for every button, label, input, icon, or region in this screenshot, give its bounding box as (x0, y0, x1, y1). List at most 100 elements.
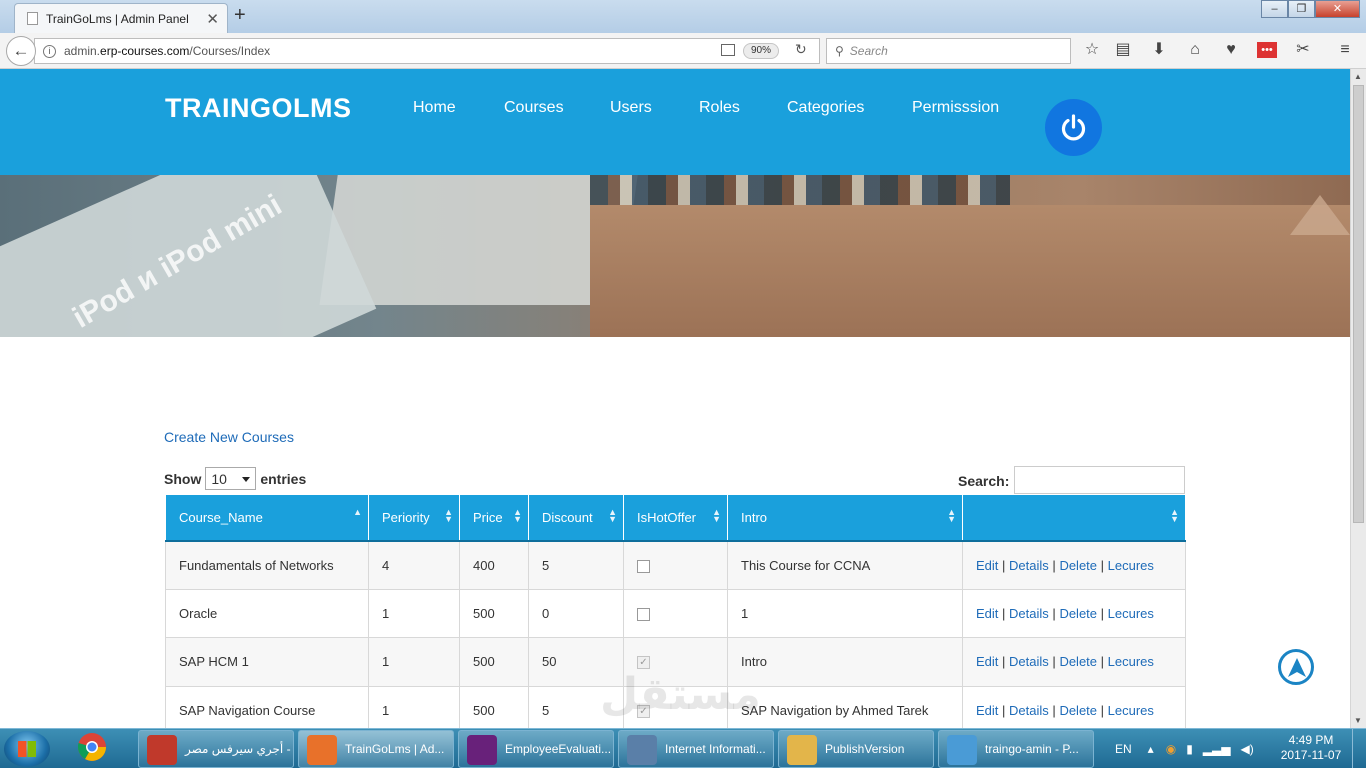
taskbar-item[interactable]: Internet Informati... (618, 730, 774, 768)
col-actions[interactable]: ▲ ▼ (962, 494, 1186, 542)
reader-view-icon[interactable] (721, 44, 735, 56)
nav-roles[interactable]: Roles (699, 99, 740, 117)
minimize-icon[interactable]: – (1261, 0, 1288, 18)
search-placeholder: Search (849, 44, 888, 58)
scroll-to-top-button[interactable] (1278, 649, 1314, 685)
nav-users[interactable]: Users (610, 99, 652, 117)
battery-icon[interactable]: ▮ (1186, 742, 1193, 756)
action-details-link[interactable]: Details (1009, 703, 1049, 718)
bookmark-star-icon[interactable]: ☆ (1082, 40, 1102, 60)
separator: | (1100, 702, 1105, 718)
avast-icon[interactable]: ◉ (1166, 742, 1176, 756)
cell-course-name-text: Fundamentals of Networks (179, 557, 334, 573)
volume-icon[interactable]: ◀) (1240, 742, 1253, 756)
action-lecures-link[interactable]: Lecures (1108, 558, 1154, 573)
entries-select-value: 10 (211, 470, 227, 487)
network-icon[interactable]: ▂▃▅ (1203, 742, 1231, 756)
entries-length-control: Show 10 entries (164, 467, 306, 490)
close-icon[interactable]: ✕ (206, 10, 219, 28)
start-button[interactable] (4, 731, 50, 767)
system-tray: EN ▴ ◉ ▮ ▂▃▅ ◀) (1115, 729, 1254, 768)
taskbar-item[interactable]: TrainGoLms | Ad... (298, 730, 454, 768)
separator: | (1002, 702, 1006, 718)
cell-actions: Edit | Details | Delete | Lecures (962, 637, 1186, 687)
hot-offer-checkbox[interactable] (637, 607, 650, 621)
browser-search-field[interactable]: ⚲ Search (826, 38, 1071, 64)
col-periority[interactable]: Periority ▲ ▼ (368, 494, 460, 542)
action-edit-link[interactable]: Edit (976, 558, 998, 573)
browser-navbar: i admin.erp-courses.com/Courses/Index 90… (0, 33, 1366, 69)
reload-icon[interactable]: ↻ (795, 41, 807, 58)
entries-select[interactable]: 10 (205, 467, 257, 490)
show-desktop-button[interactable] (1352, 729, 1366, 768)
clock[interactable]: 4:49 PM 2017-11-07 (1276, 733, 1346, 763)
cell-intro-text: This Course for CCNA (741, 557, 871, 573)
table-row: Fundamentals of Networks 4 400 5 This Course… (165, 540, 1186, 590)
table-search-input[interactable] (1014, 466, 1185, 494)
col-discount[interactable]: Discount ▲ ▼ (528, 494, 624, 542)
col-ishotoffer[interactable]: IsHotOffer ▲ ▼ (623, 494, 728, 542)
nav-courses[interactable]: Courses (504, 99, 564, 117)
url-bar[interactable]: i admin.erp-courses.com/Courses/Index 90… (34, 38, 820, 64)
app-icon (307, 735, 337, 765)
action-edit-link[interactable]: Edit (976, 606, 998, 621)
col-course-name[interactable]: Course_Name ▲ (165, 494, 369, 542)
addon-icon[interactable]: ••• (1257, 42, 1277, 58)
back-button[interactable]: ← (6, 36, 36, 66)
col-intro[interactable]: Intro ▲ ▼ (727, 494, 963, 542)
action-details-link[interactable]: Details (1009, 558, 1049, 573)
taskbar-item-label: traingo-amin - P... (985, 742, 1079, 756)
action-delete-link[interactable]: Delete (1059, 654, 1097, 669)
zoom-level[interactable]: 90% (743, 43, 780, 59)
taskbar-item[interactable]: أجري سيرفس مصر - ... (138, 730, 294, 768)
action-details-link[interactable]: Details (1009, 654, 1049, 669)
nav-categories[interactable]: Categories (787, 99, 864, 117)
logout-button[interactable] (1045, 99, 1102, 156)
action-lecures-link[interactable]: Lecures (1108, 606, 1154, 621)
hot-offer-checkbox[interactable]: ✓ (637, 656, 650, 670)
action-lecures-link[interactable]: Lecures (1108, 654, 1154, 669)
cell-intro: 1 (727, 588, 963, 638)
chrome-icon[interactable] (76, 731, 136, 767)
action-delete-link[interactable]: Delete (1059, 606, 1097, 621)
create-course-link[interactable]: Create New Courses (164, 429, 294, 445)
restore-icon[interactable]: ❐ (1288, 0, 1315, 18)
taskbar-item[interactable]: PublishVersion (778, 730, 934, 768)
scrollbar-thumb[interactable] (1353, 85, 1364, 523)
scroll-down-icon[interactable]: ▼ (1354, 716, 1362, 725)
browser-titlebar: TrainGoLms | Admin Panel ✕ + – ❐ ✕ (0, 0, 1366, 33)
action-delete-link[interactable]: Delete (1059, 558, 1097, 573)
action-delete-link[interactable]: Delete (1059, 703, 1097, 718)
info-icon[interactable]: i (43, 44, 56, 58)
action-edit-link[interactable]: Edit (976, 703, 998, 718)
col-price[interactable]: Price ▲ ▼ (459, 494, 529, 542)
scroll-up-icon[interactable]: ▲ (1354, 72, 1362, 81)
action-details-link[interactable]: Details (1009, 606, 1049, 621)
taskbar-item[interactable]: EmployeeEvaluati... (458, 730, 614, 768)
action-edit-link[interactable]: Edit (976, 654, 998, 669)
home-icon[interactable]: ⌂ (1185, 40, 1205, 60)
action-lecures-link[interactable]: Lecures (1108, 703, 1154, 718)
new-tab-icon[interactable]: + (234, 4, 246, 27)
tray-expand-icon[interactable]: ▴ (1148, 742, 1154, 756)
taskbar-item-label: TrainGoLms | Ad... (345, 742, 445, 756)
bookmarks-list-icon[interactable]: ▤ (1113, 40, 1133, 60)
pocket-icon[interactable]: ♥ (1221, 40, 1241, 60)
window-close-icon[interactable]: ✕ (1315, 0, 1360, 18)
nav-home[interactable]: Home (413, 99, 456, 117)
download-icon[interactable]: ⬇ (1149, 40, 1169, 60)
tab-title: TrainGoLms | Admin Panel (46, 11, 189, 26)
hot-offer-checkbox[interactable] (637, 559, 650, 573)
cell-periority: 4 (368, 540, 460, 590)
separator: | (1002, 605, 1006, 621)
page-scrollbar[interactable]: ▲ ▼ (1350, 69, 1366, 728)
brand-logo[interactable]: TRAINGOLMS (165, 93, 352, 124)
separator: | (1052, 605, 1056, 621)
taskbar-item[interactable]: traingo-amin - P... (938, 730, 1094, 768)
screenshot-icon[interactable]: ✂ (1293, 40, 1313, 60)
nav-permission[interactable]: Permisssion (912, 99, 999, 117)
menu-icon[interactable]: ≡ (1335, 40, 1355, 60)
table-row: Oracle 1 500 0 1 Edit | Details | Delete | Le… (165, 588, 1186, 638)
browser-tab[interactable]: TrainGoLms | Admin Panel ✕ (14, 3, 228, 33)
language-indicator[interactable]: EN (1115, 742, 1132, 756)
